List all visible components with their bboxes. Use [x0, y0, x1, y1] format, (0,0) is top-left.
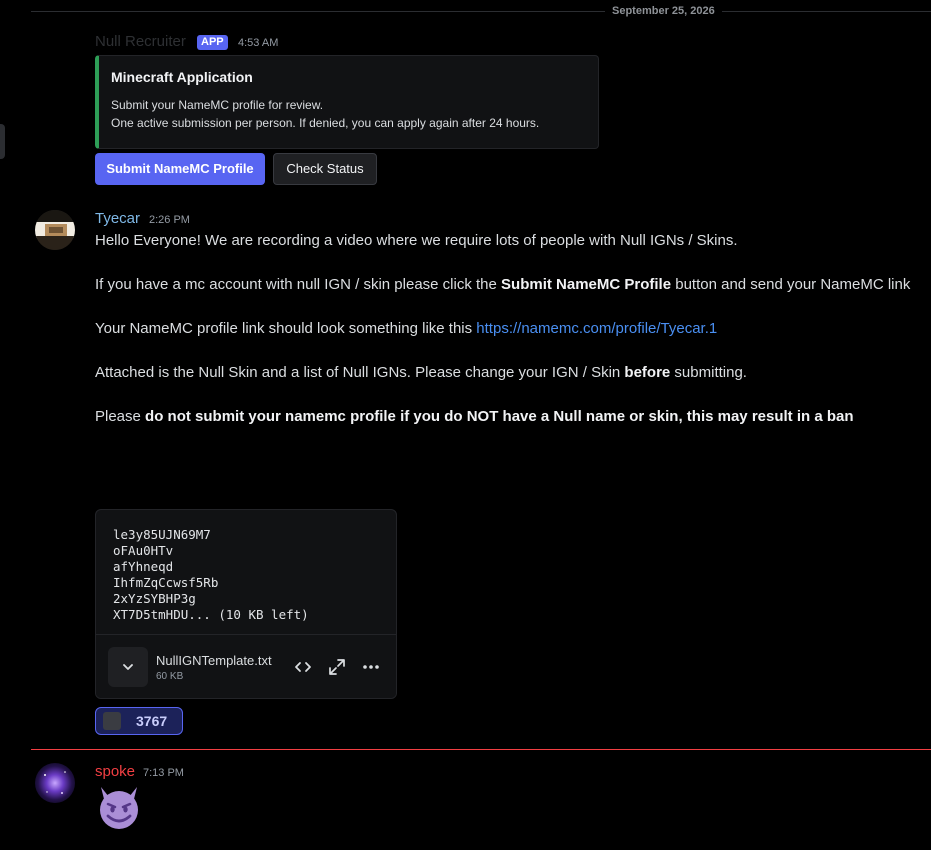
attachment-toolbar: NullIGNTemplate.txt 60 KB: [96, 634, 396, 698]
bot-author-name[interactable]: Null Recruiter: [95, 33, 186, 51]
app-badge: APP: [197, 35, 228, 50]
preview-line: le3y85UJN69M7: [113, 527, 211, 542]
embed-description-line: Submit your NameMC profile for review.: [111, 98, 324, 112]
message-paragraph: Attached is the Null Skin and a list of …: [95, 363, 747, 383]
more-options-button[interactable]: [359, 655, 383, 679]
avatar-image: [35, 763, 75, 803]
bot-message-timestamp: 4:53 AM: [238, 37, 279, 49]
message-paragraph: If you have a mc account with null IGN /…: [95, 275, 910, 295]
message-timestamp: 2:26 PM: [149, 214, 190, 226]
message-text: Your NameMC profile link should look som…: [95, 320, 477, 337]
avatar[interactable]: [35, 763, 75, 803]
preview-line: XT7D5tmHDU... (10 KB left): [113, 607, 309, 622]
code-icon: [295, 662, 311, 672]
message-bold-text: do not submit your namemc profile if you…: [145, 408, 854, 425]
preview-line: IhfmZqCcwsf5Rb: [113, 575, 219, 590]
file-attachment[interactable]: le3y85UJN69M7 oFAu0HTv afYhneqd IhfmZqCcwsf…: [95, 509, 397, 699]
namemc-profile-link[interactable]: https://namemc.com/profile/Tyecar.1: [476, 320, 717, 337]
message-bold-text: Submit NameMC Profile: [501, 276, 672, 293]
preview-line: afYhneqd: [113, 559, 174, 574]
smiling-imp-icon: [100, 787, 138, 829]
message-timestamp: 7:13 PM: [143, 767, 184, 779]
check-status-button[interactable]: Check Status: [273, 153, 377, 185]
view-code-button[interactable]: [291, 655, 315, 679]
message-text: Please: [95, 408, 146, 425]
message-paragraph: Your NameMC profile link should look som…: [95, 319, 717, 339]
expand-attachment-button[interactable]: [325, 655, 349, 679]
message-author-name[interactable]: Tyecar: [95, 210, 140, 228]
message-text: Hello Everyone! We are recording a video…: [95, 232, 738, 249]
message-text: Attached is the Null Skin and a list of …: [95, 364, 625, 381]
message-text: If you have a mc account with null IGN /…: [95, 276, 502, 293]
preview-line: oFAu0HTv: [113, 543, 174, 558]
avatar-image: [35, 210, 75, 250]
reaction-button[interactable]: 3767: [95, 707, 183, 735]
expand-icon: [329, 659, 345, 675]
date-divider: [31, 11, 931, 12]
message-paragraph: Please do not submit your namemc profile…: [95, 407, 854, 427]
preview-line: 2xYzSYBHP3g: [113, 591, 196, 606]
smiling-imp-emoji: [95, 783, 143, 831]
message-text: button and send your NameMC link: [671, 276, 911, 293]
chevron-down-icon: [123, 664, 133, 670]
chat-view: September 25, 2026 Null Recruiter APP 4:…: [0, 0, 931, 850]
embed-description-line: One active submission per person. If den…: [111, 116, 540, 130]
reaction-count: 3767: [136, 713, 168, 729]
message-author-name[interactable]: spoke: [95, 763, 135, 781]
message-bold-text: before: [624, 364, 671, 381]
date-divider-label: September 25, 2026: [605, 4, 722, 18]
application-embed: Minecraft Application Submit your NameMC…: [95, 55, 599, 149]
submit-namemc-profile-button[interactable]: Submit NameMC Profile: [95, 153, 265, 185]
attachment-file-size: 60 KB: [156, 671, 184, 682]
left-panel-handle[interactable]: [0, 124, 5, 159]
new-messages-divider: [31, 749, 931, 750]
embed-description: Submit your NameMC profile for review. O…: [111, 96, 586, 132]
attachment-preview: le3y85UJN69M7 oFAu0HTv afYhneqd IhfmZqCcwsf…: [113, 527, 309, 623]
more-icon: [363, 665, 379, 669]
message-paragraph: Hello Everyone! We are recording a video…: [95, 231, 738, 251]
avatar[interactable]: [35, 210, 75, 250]
expand-preview-button[interactable]: [108, 647, 148, 687]
embed-title: Minecraft Application: [111, 69, 253, 85]
reaction-emoji-icon: [103, 712, 121, 730]
attachment-file-name[interactable]: NullIGNTemplate.txt: [156, 653, 272, 669]
message-text: submitting.: [670, 364, 747, 381]
